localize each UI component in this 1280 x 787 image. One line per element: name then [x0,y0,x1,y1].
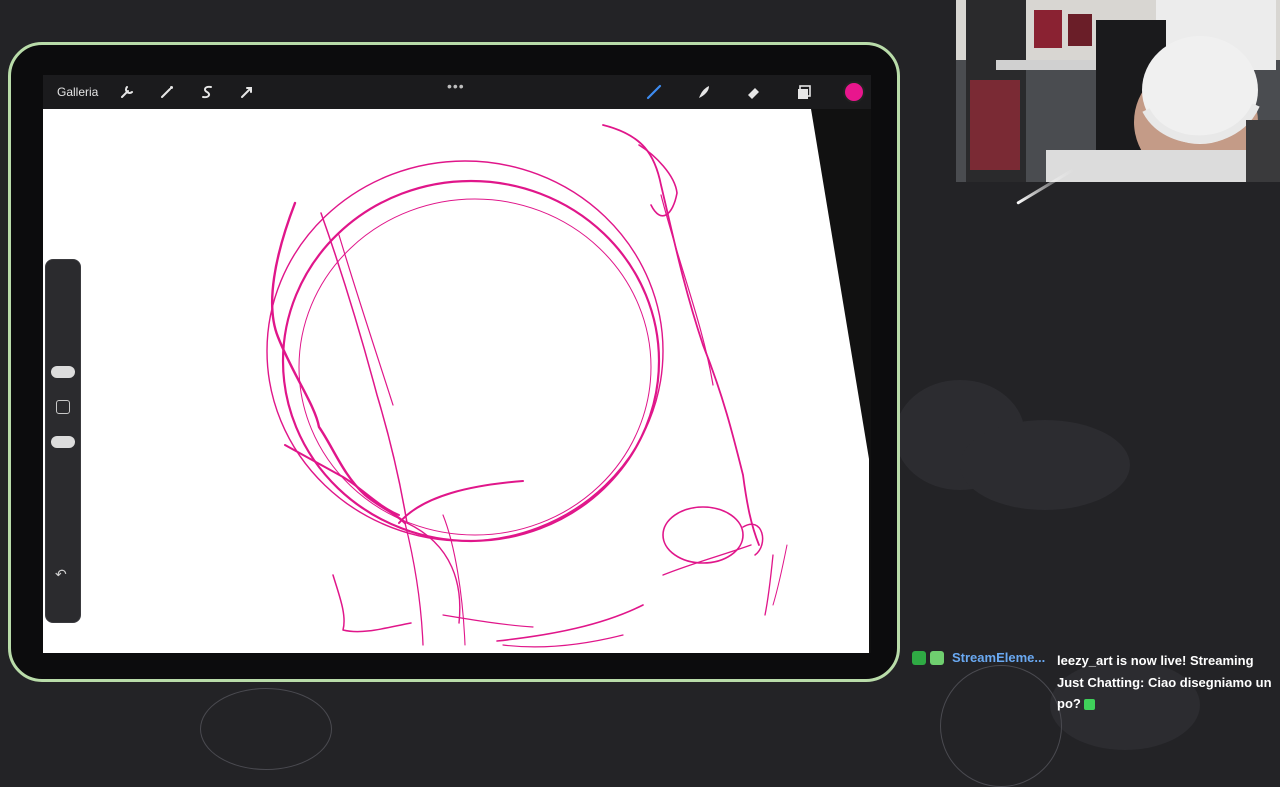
color-picker-button[interactable] [843,81,865,103]
broadcaster-badge-icon [912,651,926,665]
app-toolbar: Galleria ••• [43,75,871,109]
more-dots-icon[interactable]: ••• [447,78,465,94]
chat-overlay: StreamEleme... leezy_art is now live! St… [912,646,1280,720]
toolbar-right-group [643,75,871,109]
gallery-button[interactable]: Galleria [57,85,98,99]
brush-icon[interactable] [643,81,665,103]
opacity-slider[interactable] [51,436,75,448]
background-cloud [960,420,1130,510]
background-ring [200,688,332,770]
wrench-icon[interactable] [116,81,138,103]
eraser-icon[interactable] [743,81,765,103]
layers-icon[interactable] [793,81,815,103]
selection-s-icon[interactable] [196,81,218,103]
webcam-image [956,0,1280,182]
drawing-canvas[interactable] [43,75,871,653]
undo-icon[interactable]: ↶ [55,566,67,583]
smudge-icon[interactable] [693,81,715,103]
bot-badge-icon [930,651,944,665]
chat-username: StreamEleme... [952,650,1046,665]
webcam-feed [956,0,1280,182]
drawing-screen: Galleria ••• ↶ [43,75,871,653]
tablet-frame: Galleria ••• ↶ [8,42,900,682]
magic-wand-icon[interactable] [156,81,178,103]
side-toolbar: ↶ [45,259,81,623]
modify-square-icon[interactable] [56,400,70,414]
emote-icon [1083,699,1095,711]
brush-size-slider[interactable] [51,366,75,378]
transform-arrow-icon[interactable] [236,81,258,103]
chat-message: leezy_art is now live! Streaming Just Ch… [1057,650,1277,715]
